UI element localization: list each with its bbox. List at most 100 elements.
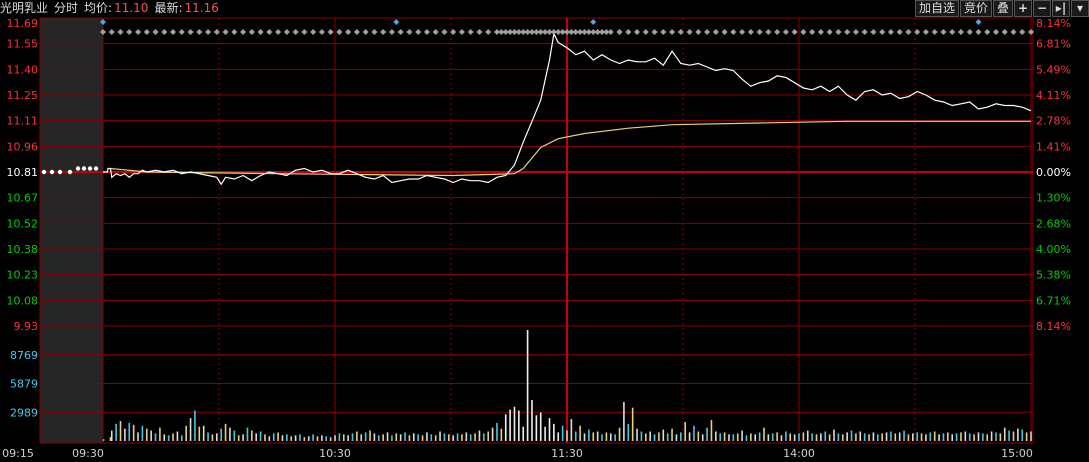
signal-diamond — [861, 29, 868, 35]
price-axis-label: 9.93 — [14, 320, 39, 333]
signal-diamond — [1019, 29, 1026, 35]
percent-axis-label: 8.14% — [1036, 320, 1071, 333]
signal-diamond — [240, 29, 247, 35]
price-axis-label: 10.96 — [7, 140, 39, 153]
signal-diamond — [178, 29, 185, 35]
time-axis-label: 15:00 — [1001, 447, 1033, 460]
percent-axis-label: 1.30% — [1036, 192, 1071, 205]
percent-axis-label: 0.00% — [1036, 166, 1071, 179]
signal-diamond — [712, 29, 719, 35]
percent-axis-label: 4.00% — [1036, 243, 1071, 256]
auction-dot — [87, 166, 93, 171]
volume-axis-label: 2989 — [10, 406, 38, 419]
volume-axis-label: 8769 — [10, 349, 38, 362]
signal-diamond — [756, 29, 763, 35]
signal-diamond — [143, 29, 150, 35]
signal-diamond — [607, 29, 614, 35]
signal-diamond — [651, 29, 658, 35]
price-axis-label: 11.11 — [7, 115, 39, 128]
auction-dot — [81, 166, 87, 171]
auction-dot — [41, 169, 47, 175]
signal-diamond-blue — [393, 19, 400, 25]
signal-diamond — [800, 29, 807, 35]
chart-grid — [39, 17, 1034, 444]
time-axis-label: 14:00 — [783, 447, 815, 460]
signal-diamond — [126, 29, 133, 35]
signal-diamond — [966, 29, 973, 35]
percent-axis-label: 2.68% — [1036, 217, 1071, 230]
signal-diamond — [432, 29, 439, 35]
signal-diamond — [634, 29, 641, 35]
time-axis-label: 09:15 — [2, 447, 34, 460]
signal-diamond — [275, 29, 282, 35]
signal-diamond — [669, 29, 676, 35]
signal-diamond — [257, 29, 264, 35]
signal-diamond — [415, 29, 422, 35]
signal-diamond — [826, 29, 833, 35]
signal-diamond-blue — [975, 19, 982, 25]
price-axis-label: 10.23 — [7, 269, 39, 282]
signal-diamond — [791, 29, 798, 35]
percent-axis-label: 5.38% — [1036, 269, 1071, 282]
signal-diamond — [406, 29, 413, 35]
signal-diamond — [730, 29, 737, 35]
signal-diamond — [940, 29, 947, 35]
auction-dot — [67, 169, 73, 175]
signal-diamond — [1010, 29, 1017, 35]
signal-diamond — [441, 29, 448, 35]
signal-diamond — [616, 29, 623, 35]
signal-diamond — [774, 29, 781, 35]
percent-axis-label: 8.14% — [1036, 17, 1071, 30]
signal-diamond — [458, 29, 465, 35]
signal-diamond — [388, 29, 395, 35]
signal-diamond — [362, 29, 369, 35]
signal-diamond — [922, 29, 929, 35]
auction-dot — [49, 169, 55, 175]
signal-diamond — [310, 29, 317, 35]
signal-diamond — [397, 29, 404, 35]
signal-diamond — [992, 29, 999, 35]
signal-diamond — [135, 29, 142, 35]
signal-diamond — [704, 29, 711, 35]
signal-diamond-blue — [590, 19, 597, 25]
percent-axis-label: 4.11% — [1036, 89, 1071, 102]
signal-diamond — [170, 29, 177, 35]
signal-diamond — [485, 29, 492, 35]
signal-diamond — [695, 29, 702, 35]
signal-diamond — [721, 29, 728, 35]
time-axis-label: 10:30 — [319, 447, 351, 460]
chart-frame — [39, 17, 1034, 444]
signal-diamond — [949, 29, 956, 35]
auction-dot — [57, 169, 63, 175]
price-axis-label: 11.40 — [7, 63, 39, 76]
signal-diamond — [931, 29, 938, 35]
percent-axis-label: 5.49% — [1036, 63, 1071, 76]
time-axis-label: 11:30 — [551, 447, 583, 460]
price-axis-label: 10.81 — [7, 166, 39, 179]
signal-diamond — [686, 29, 693, 35]
pre-open-region — [40, 18, 103, 443]
price-axis-label: 11.55 — [7, 38, 39, 51]
signal-diamond — [301, 29, 308, 35]
chart-axes: 11.69 11.55 11.40 11.25 11.11 10.96 10.81 10.67… — [2, 17, 1071, 460]
signal-diamond — [327, 29, 334, 35]
signal-diamond — [984, 29, 991, 35]
auction-dot — [75, 166, 81, 171]
signal-diamond — [380, 29, 387, 35]
percent-axis-label: 1.41% — [1036, 140, 1071, 153]
average-price-line — [110, 120, 1031, 177]
percent-axis-label: 2.78% — [1036, 115, 1071, 128]
signal-diamond — [187, 29, 194, 35]
signal-diamond — [196, 29, 203, 35]
signal-diamond — [283, 29, 290, 35]
signal-diamond — [844, 29, 851, 35]
percent-axis-label: 6.71% — [1036, 294, 1071, 307]
signal-diamond — [205, 29, 212, 35]
price-lines — [41, 31, 1032, 186]
signal-diamond — [108, 29, 115, 35]
signal-diamond — [642, 29, 649, 35]
signal-diamond — [292, 29, 299, 35]
signal-diamond — [345, 29, 352, 35]
signal-diamond — [660, 29, 667, 35]
price-axis-label: 10.08 — [7, 294, 39, 307]
